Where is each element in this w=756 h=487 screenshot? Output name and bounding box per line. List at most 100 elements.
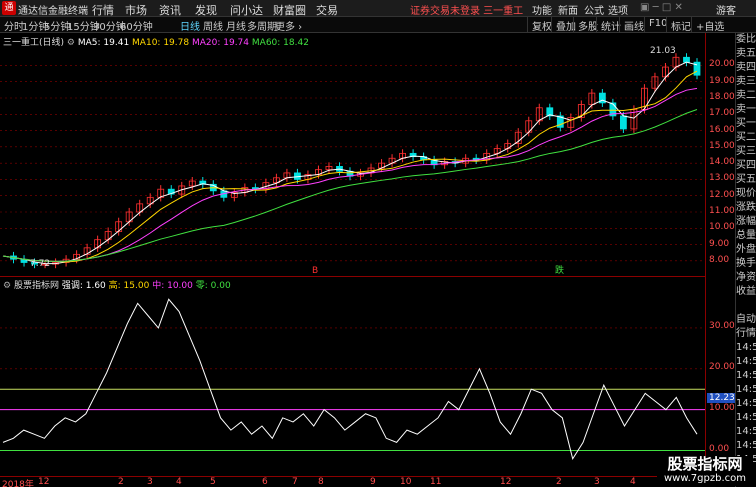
watermark-title: 股票指标网 <box>667 455 743 473</box>
menu-item-ask[interactable]: 问小达 <box>230 2 263 18</box>
time-tick: 12 <box>500 477 512 487</box>
price-tick: 11.00 <box>709 206 735 216</box>
time-tick: 2 <box>556 477 562 487</box>
quote-side-panel: 委比 卖五 卖四 卖三 卖二 卖一 买一 买二 买三 买四 买五 现价 涨跌 涨幅 总量 外盘 换手 净资 收益 自动… <box>735 33 756 487</box>
side-panel-item: 卖五 <box>736 48 756 59</box>
period-tab-6[interactable]: 日线 <box>180 18 200 33</box>
side-panel-item: 总量 <box>736 230 756 241</box>
side-panel-item: 卖三 <box>736 76 756 87</box>
period-tab-8[interactable]: 月线 <box>226 18 246 33</box>
indicator-svg <box>0 298 705 460</box>
side-panel-item: 收益 <box>736 286 756 297</box>
side-panel-item: 14:56 <box>736 412 756 423</box>
kline-svg: 21.03 7.72 B 跌 <box>0 46 705 276</box>
menu-item-discover[interactable]: 发现 <box>195 2 217 18</box>
menu-item-news[interactable]: 资讯 <box>159 2 181 18</box>
side-panel-item: 14:56 <box>736 426 756 437</box>
side-panel-item: 行情 <box>736 328 756 339</box>
period-tab-7[interactable]: 周线 <box>203 18 223 33</box>
price-tick: 17.00 <box>709 108 735 119</box>
menu-item-trade[interactable]: 交易 <box>316 2 338 18</box>
price-tick: 10.00 <box>709 222 735 233</box>
buy-marker: B <box>312 266 318 275</box>
ma60-label: MA60: 18.42 <box>251 38 309 48</box>
menu-new-page[interactable]: 新面 <box>558 2 578 17</box>
period-tab-10[interactable]: 更多 › <box>275 18 302 33</box>
price-tick: 14.00 <box>709 157 735 168</box>
menu-item-market[interactable]: 市场 <box>125 2 147 18</box>
toolbar-button-7[interactable]: +自选 <box>691 17 728 33</box>
side-panel-item: 卖一 <box>736 104 756 115</box>
stock-title: 三一重工(日线) <box>3 38 65 48</box>
watermark-url: www.7gpzb.com <box>664 473 746 484</box>
candle-body <box>683 56 690 63</box>
period-tab-5[interactable]: 60分钟 <box>120 18 153 33</box>
indicator-chart[interactable]: ⚙ 股票指标网 强调: 1.60 高: 15.00 中: 10.00 零: 0.… <box>0 276 705 476</box>
watermark: 股票指标网 www.7gpzb.com <box>657 456 753 486</box>
time-axis: 2018年 12 2 3 4 5 6 7 8 9 10 11 12 2 3 4 <box>0 476 705 487</box>
indicator-legend: ⚙ 股票指标网 强调: 1.60 高: 15.00 中: 10.00 零: 0.… <box>3 278 231 291</box>
menu-item-wealth[interactable]: 财富圈 <box>273 2 306 18</box>
ma10-line <box>2 70 698 263</box>
ma20-label: MA20: 19.74 <box>191 38 250 48</box>
price-tick: 15.00 <box>709 140 735 151</box>
settings-icon[interactable]: ⚙ <box>67 38 75 48</box>
sell-marker: 跌 <box>555 265 564 275</box>
current-value-badge: 12.23 <box>707 392 737 403</box>
side-panel-item: 买三 <box>736 146 756 157</box>
time-tick: 5 <box>210 477 216 487</box>
indicator-axis: 30.00 20.00 10.00 0.00 12.23 <box>705 276 737 476</box>
window-controls-icon[interactable]: ▣ ─ □ ✕ <box>640 2 683 13</box>
guest-label[interactable]: 游客 <box>716 2 736 17</box>
period-toolbar: 分时 1分钟 5分钟 15分钟 30分钟 60分钟 日线 周线 月线 多周期 更多 › 复权 叠加 多股统… <box>0 17 756 33</box>
time-tick: 2018年 <box>2 480 34 487</box>
time-tick: 3 <box>147 477 153 487</box>
app-name: 通达信金融终端 <box>18 6 88 17</box>
time-tick: 12 <box>38 477 50 487</box>
time-tick: 2 <box>118 477 124 487</box>
side-panel-item: 14:56 <box>736 398 756 409</box>
price-tick: 19.00 <box>709 75 735 86</box>
side-panel-item: 卖四 <box>736 62 756 73</box>
time-tick: 9 <box>370 477 376 487</box>
menu-function[interactable]: 功能 <box>532 2 552 17</box>
side-panel-item: 14:56 <box>736 342 756 353</box>
indicator-line <box>2 298 698 460</box>
price-tick: 12.00 <box>709 189 735 200</box>
side-panel-item <box>736 299 756 313</box>
period-tab-9[interactable]: 多周期 <box>247 18 277 33</box>
menu-bar: 通 通达信金融终端 行情 市场 资讯 发现 问小达 财富圈 交易 证券交易未登录… <box>0 0 756 17</box>
indicator-settings-icon[interactable]: ⚙ <box>3 281 11 291</box>
login-notice: 证券交易未登录 三一重工 <box>410 6 524 17</box>
price-tick: 8.00 <box>709 254 730 265</box>
time-tick: 7 <box>292 477 298 487</box>
menu-options[interactable]: 选项 <box>608 2 628 17</box>
candle-body <box>619 115 627 130</box>
indicator-param: 强调: 1.60 <box>61 281 106 291</box>
indicator-tick: 20.00 <box>709 361 735 372</box>
side-panel-item: 14:56 <box>736 384 756 395</box>
menu-item-quotes[interactable]: 行情 <box>92 2 114 18</box>
period-tab-0[interactable]: 分时 <box>4 18 24 33</box>
price-tick: 9.00 <box>709 238 730 249</box>
indicator-zero: 零: 0.00 <box>195 281 231 291</box>
time-tick: 10 <box>400 477 412 487</box>
time-tick: 8 <box>318 477 324 487</box>
time-tick: 11 <box>430 477 442 487</box>
time-tick: 4 <box>176 477 182 487</box>
price-tick: 20.00 <box>709 59 735 70</box>
indicator-tick: 10.00 <box>709 402 735 413</box>
time-tick: 4 <box>630 477 636 487</box>
indicator-tick: 30.00 <box>709 320 735 331</box>
side-panel-item: 卖二 <box>736 90 756 101</box>
indicator-high: 高: 15.00 <box>108 281 150 291</box>
chart-legend: 三一重工(日线) ⚙ MA5: 19.41 MA10: 19.78 MA20: … <box>3 35 309 48</box>
indicator-title: 股票指标网 <box>13 281 59 291</box>
side-panel-item: 14:56 <box>736 440 756 451</box>
side-panel-item: 委比 <box>736 34 756 45</box>
side-panel-item: 14:56 <box>736 356 756 367</box>
time-tick: 3 <box>594 477 600 487</box>
kline-chart[interactable]: 21.03 7.72 B 跌 三一重工(日线) ⚙ MA5: 19.41 MA10: … <box>0 33 705 276</box>
side-panel-item: 外盘 <box>736 244 756 255</box>
menu-formula[interactable]: 公式 <box>584 2 604 17</box>
